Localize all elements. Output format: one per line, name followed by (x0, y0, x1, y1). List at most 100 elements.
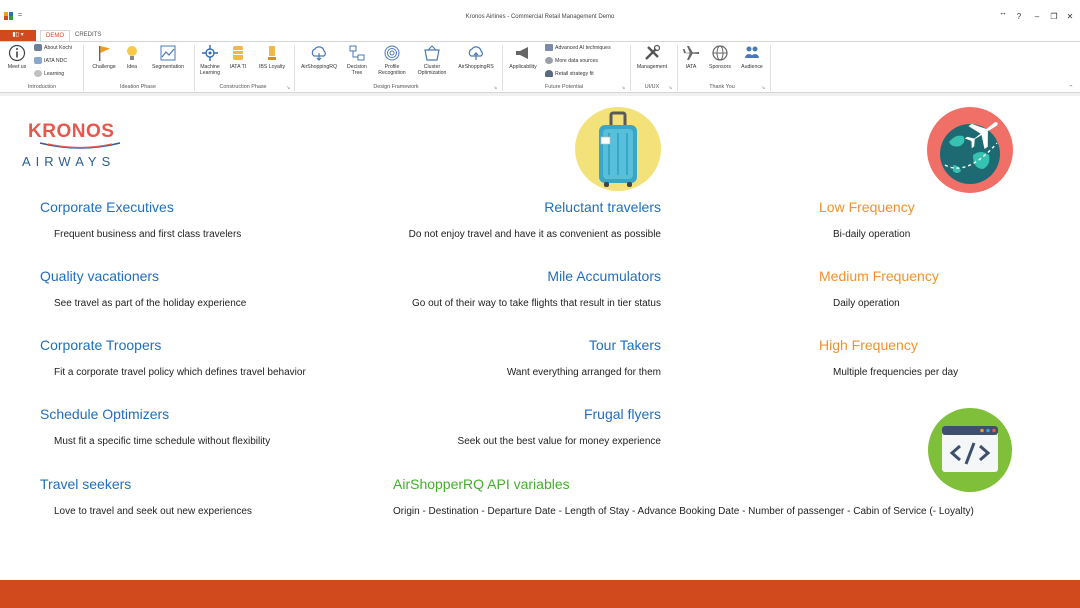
status-bar (0, 580, 1080, 608)
trophy-icon (268, 46, 276, 60)
learning-button[interactable]: Learning (34, 70, 64, 79)
segment-desc-schedule-optimizers: Must fit a specific time schedule withou… (54, 436, 271, 447)
applicability-button[interactable]: Applicability (505, 44, 541, 70)
decision-tree-button[interactable]: Decision Tree (345, 44, 369, 76)
sparkle-icon (34, 70, 42, 78)
machine-learning-label-2: Learning (199, 70, 221, 76)
segment-desc-mile-accumulators: Go out of their way to take flights that… (411, 298, 661, 309)
more-data-button[interactable]: More data sources (545, 57, 598, 66)
machine-learning-button[interactable]: Machine Learning (197, 44, 223, 76)
frequency-title-medium: Medium Frequency (819, 268, 939, 284)
segment-desc-corporate-troopers: Fit a corporate travel policy which defi… (54, 367, 306, 378)
management-label: Management (636, 64, 668, 70)
audience-label: Audience (741, 64, 763, 70)
sponsors-button[interactable]: Sponsors (705, 44, 735, 70)
database-icon (233, 46, 243, 60)
iata-ndc-button[interactable]: IATA NDC (34, 57, 67, 66)
collapse-ribbon-icon[interactable]: ⌃ (1068, 84, 1074, 92)
title-bar: = Kronos Airlines - Commercial Retail Ma… (0, 0, 1080, 30)
advanced-ai-label: Advanced AI techniques (555, 45, 611, 51)
about-kochi-button[interactable]: About Kochi (34, 44, 72, 53)
segment-desc-quality-vacationers: See travel as part of the holiday experi… (54, 298, 247, 309)
ibs-loyalty-button[interactable]: IBS Loyalty (254, 44, 290, 70)
robot-icon (545, 44, 553, 52)
tools-icon (645, 44, 661, 60)
segment-title-schedule-optimizers: Schedule Optimizers (40, 406, 170, 422)
megaphone-icon (516, 47, 528, 59)
idea-button[interactable]: Idea (122, 44, 142, 70)
meet-us-label: Meet us (7, 64, 27, 70)
dialog-launcher-icon[interactable]: ↘ (668, 85, 672, 91)
group-separator (194, 45, 195, 91)
group-design-label: Design Framework (373, 84, 419, 90)
segmentation-button[interactable]: Segmentation (146, 44, 190, 70)
segment-title-quality-vacationers: Quality vacationers (40, 268, 160, 284)
segment-desc-tour-takers: Want everything arranged for them (506, 367, 661, 378)
basket-icon (424, 45, 440, 61)
group-separator (294, 45, 295, 91)
tab-credits[interactable]: CREDITS (70, 30, 106, 41)
sponsors-label: Sponsors (709, 64, 731, 70)
resize-icon[interactable]: ↔ (996, 8, 1010, 17)
challenge-label: Challenge (92, 64, 116, 70)
group-uiux-label: UI/UX (644, 84, 660, 90)
iata-label: IATA (685, 64, 697, 70)
network-icon (34, 57, 42, 65)
airplane-icon (683, 46, 699, 60)
dialog-launcher-icon[interactable]: ↘ (621, 85, 625, 91)
tree-icon (349, 45, 365, 61)
segment-desc-frugal-flyers: Seek out the best value for money experi… (457, 436, 661, 447)
restore-button[interactable]: ❐ (1047, 12, 1061, 21)
group-separator (630, 45, 631, 91)
dialog-launcher-icon[interactable]: ↘ (761, 85, 765, 91)
globe-icon (712, 45, 728, 61)
api-variables-desc: Origin - Destination - Departure Date - … (393, 506, 974, 517)
dialog-launcher-icon[interactable]: ↘ (493, 85, 497, 91)
iata-ti-button[interactable]: IATA TI (227, 44, 249, 70)
airshoppingrs-label: AirShoppingRS (458, 64, 494, 70)
group-ideation-label: Ideation Phase (120, 84, 156, 90)
dialog-launcher-icon[interactable]: ↘ (286, 85, 290, 91)
people-icon (745, 46, 759, 58)
share-icon (34, 44, 42, 52)
group-future-label: Future Potential (544, 84, 584, 90)
fingerprint-icon (384, 45, 400, 61)
segment-title-corporate-troopers: Corporate Troopers (40, 337, 162, 353)
tab-demo[interactable]: DEMO (40, 30, 70, 41)
help-button[interactable]: ? (1012, 12, 1026, 21)
network-icon (202, 45, 218, 61)
frequency-desc-medium: Daily operation (833, 298, 900, 309)
profile-recognition-button[interactable]: Profile Recognition (374, 44, 410, 76)
lightbulb-icon (127, 46, 137, 60)
segment-title-frugal-flyers: Frugal flyers (583, 406, 661, 422)
applicability-label: Applicability (509, 64, 537, 70)
close-button[interactable]: ✕ (1063, 12, 1077, 21)
group-separator (502, 45, 503, 91)
challenge-button[interactable]: Challenge (88, 44, 120, 70)
file-menu-button[interactable]: ▮▯ ▾ (0, 30, 36, 41)
audience-button[interactable]: Audience (737, 44, 767, 70)
iata-button[interactable]: IATA (680, 44, 702, 70)
segment-title-tour-takers: Tour Takers (588, 337, 661, 353)
airshoppingrq-button[interactable]: AirShoppingRQ (297, 44, 341, 70)
airshoppingrs-button[interactable]: AirShoppingRS (454, 44, 498, 70)
cloud-upload-icon (468, 46, 483, 60)
minimize-button[interactable]: – (1030, 12, 1044, 21)
flag-icon (99, 46, 110, 61)
person-icon (545, 70, 553, 78)
globe-plane-icon (927, 107, 1013, 193)
cluster-optimization-button[interactable]: Cluster Optimization (413, 44, 451, 76)
retail-fit-button[interactable]: Retail strategy fit (545, 70, 594, 79)
meet-us-button[interactable]: Meet us (4, 44, 30, 70)
ibs-loyalty-label: IBS Loyalty (258, 64, 286, 70)
advanced-ai-button[interactable]: Advanced AI techniques (545, 44, 611, 53)
group-separator (83, 45, 84, 91)
suitcase-icon (575, 107, 661, 191)
logo-wordmark-top: KRONOS (28, 121, 115, 142)
about-kochi-label: About Kochi (44, 45, 72, 51)
segment-title-reluctant-travelers: Reluctant travelers (544, 199, 661, 215)
group-introduction-label: Introduction (27, 84, 57, 90)
management-button[interactable]: Management (633, 44, 671, 70)
frequency-title-high: High Frequency (819, 337, 918, 353)
group-separator (770, 45, 771, 91)
